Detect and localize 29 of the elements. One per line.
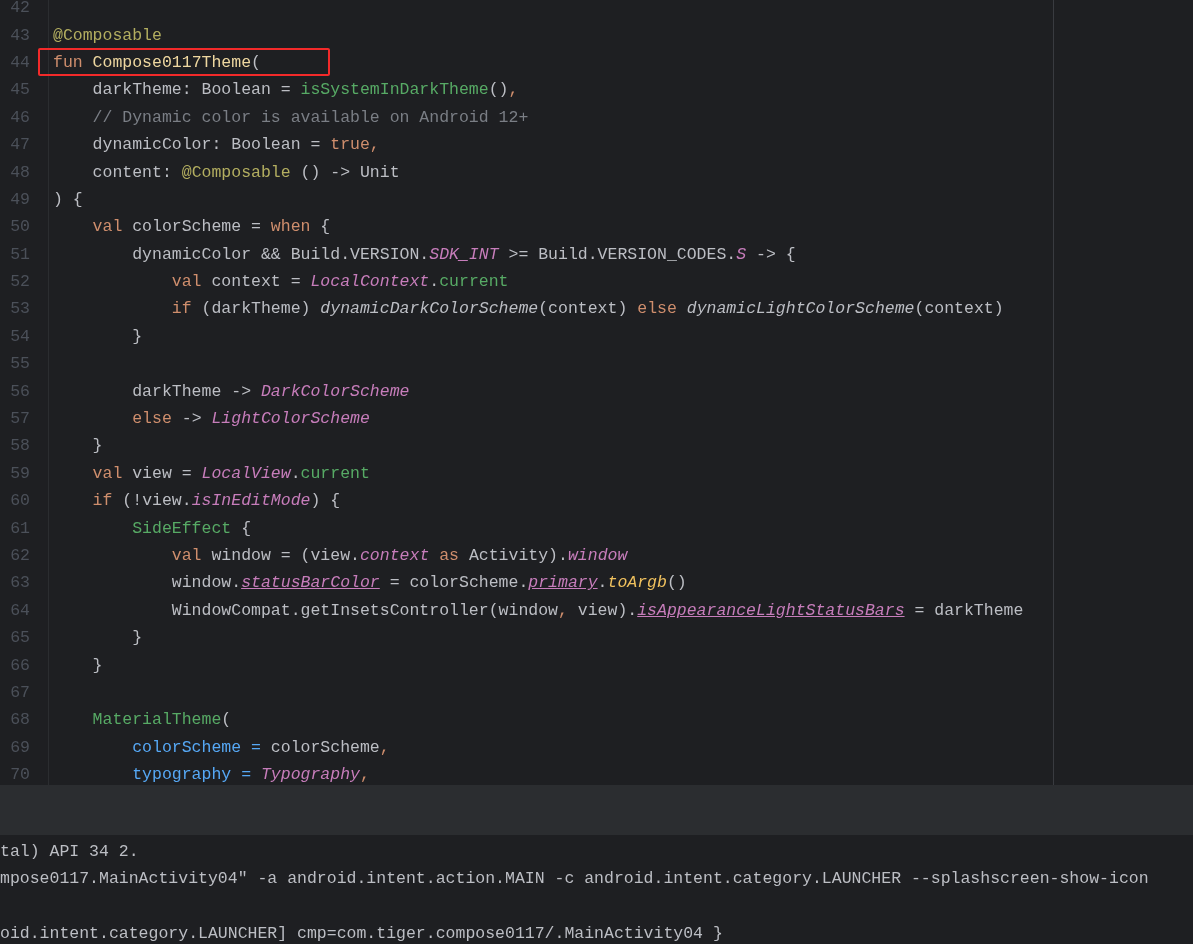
code-line: dynamicColor && Build.VERSION.SDK_INT >= Build.VERSION_CODES.S -> {	[131, 244, 796, 264]
code-line: dynamicColor: Boolean = true,	[91, 135, 380, 155]
code-line: @Composable	[53, 25, 162, 45]
code-line: window.statusBarColor = colorScheme.primary.toArgb()	[170, 573, 687, 593]
code-line: val colorScheme = when {	[91, 217, 331, 237]
code-line: val context = LocalContext.current	[170, 272, 509, 292]
console-line: tal) API 34 2.	[0, 841, 139, 863]
code-line: val window = (view.context as Activity).window	[170, 546, 628, 565]
console-line: mpose0117.MainActivity04" -a android.intent.action.MAIN -c android.intent.category.LAUNCHER --splashscreen-show-icon	[0, 868, 1149, 891]
code-line: }	[91, 655, 103, 675]
code-line: else -> LightColorScheme	[131, 409, 370, 429]
code-line: typography = Typography,	[131, 765, 370, 785]
code-line: colorScheme = colorScheme,	[131, 737, 390, 757]
code-line: WindowCompat.getInsetsController(window, view).isAppearanceLightStatusBars = darkTheme	[170, 600, 1024, 620]
code-line: darkTheme -> DarkColorScheme	[131, 381, 410, 401]
code-line: // Dynamic color is available on Android 12+	[91, 107, 529, 127]
code-line: SideEffect {	[131, 518, 252, 538]
code-line: if (darkTheme) dynamicDarkColorScheme(context) else dynamicLightColorScheme(context)	[170, 299, 1004, 319]
code-line: ) {	[53, 189, 83, 209]
code-line: }	[91, 436, 103, 456]
code-line: MaterialTheme(	[91, 710, 232, 730]
code-line: val view = LocalView.current	[91, 463, 370, 483]
code-line: }	[131, 326, 143, 346]
code-line: fun Compose0117Theme(	[53, 52, 261, 72]
code-line: if (!view.isInEditMode) {	[91, 491, 341, 511]
code-line: }	[131, 628, 143, 648]
code-line: content: @Composable () -> Unit	[91, 162, 400, 182]
console-line: oid.intent.category.LAUNCHER] cmp=com.tiger.compose0117/.MainActivity04 }	[0, 923, 723, 944]
code-line: darkTheme: Boolean = isSystemInDarkTheme(),	[91, 80, 519, 100]
